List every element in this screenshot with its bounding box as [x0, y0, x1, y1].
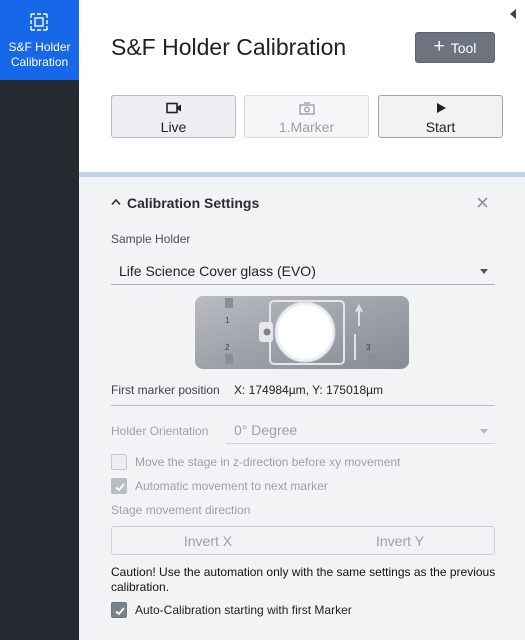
holder-orientation-select[interactable]: 0° Degree: [226, 416, 495, 444]
first-marker-label: First marker position: [111, 383, 220, 397]
first-marker-button-label: 1.Marker: [278, 119, 335, 135]
sidebar-item-sf-holder-calibration[interactable]: S&F Holder Calibration: [0, 0, 79, 80]
first-marker-value: X: 174984µm, Y: 175018µm: [234, 383, 384, 397]
plus-icon: +: [433, 36, 445, 57]
sidebar: S&F Holder Calibration: [0, 0, 79, 640]
sample-holder-image: 1 2 3: [195, 296, 409, 369]
first-marker-underline: [111, 405, 495, 406]
holder-marker-2: 2: [225, 343, 230, 352]
tool-button-label: Tool: [450, 39, 477, 56]
dropdown-arrow-icon: [480, 429, 488, 434]
auto-next-marker-checkbox[interactable]: [111, 478, 127, 494]
calibration-frame-icon: [30, 13, 48, 31]
z-move-checkbox-label: Move the stage in z-direction before xy …: [135, 455, 401, 469]
auto-calibration-label: Auto-Calibration starting with first Mar…: [135, 603, 352, 617]
live-button[interactable]: Live: [111, 95, 236, 138]
collapse-panel-icon[interactable]: [508, 8, 518, 20]
invert-x-button[interactable]: Invert X: [112, 533, 304, 549]
header-panel: [79, 0, 525, 172]
section-title[interactable]: Calibration Settings: [127, 195, 259, 211]
sample-holder-label: Sample Holder: [111, 232, 191, 246]
start-button-label: Start: [425, 119, 456, 135]
sample-holder-select[interactable]: Life Science Cover glass (EVO): [111, 257, 495, 285]
holder-marker-1: 1: [225, 316, 230, 325]
caution-text: Caution! Use the automation only with th…: [111, 565, 496, 594]
start-button[interactable]: Start: [378, 95, 503, 138]
holder-orientation-value: 0° Degree: [234, 422, 298, 438]
play-icon: [436, 103, 446, 113]
sample-holder-value: Life Science Cover glass (EVO): [119, 263, 316, 279]
live-button-label: Live: [160, 119, 187, 135]
checkmark-icon: [115, 483, 125, 492]
stage-direction-label: Stage movement direction: [111, 503, 251, 517]
holder-orientation-label: Holder Orientation: [111, 424, 209, 438]
auto-calibration-checkbox[interactable]: [111, 602, 127, 618]
chevron-up-icon[interactable]: [111, 198, 121, 206]
camera-icon: [165, 102, 181, 114]
auto-next-marker-label: Automatic movement to next marker: [135, 479, 328, 493]
invert-button-group: Invert X Invert Y: [111, 526, 495, 555]
tool-button[interactable]: + Tool: [415, 32, 495, 63]
z-move-checkbox[interactable]: [111, 454, 127, 470]
holder-marker-3: 3: [366, 343, 371, 352]
dropdown-arrow-icon: [480, 269, 488, 274]
invert-y-button[interactable]: Invert Y: [304, 533, 496, 549]
first-marker-button[interactable]: 1.Marker: [244, 95, 369, 138]
sidebar-item-label: S&F Holder Calibration: [8, 40, 71, 69]
close-icon[interactable]: [476, 196, 489, 209]
marker-icon: [298, 102, 315, 115]
checkmark-icon: [115, 607, 125, 616]
page-title: S&F Holder Calibration: [111, 34, 347, 60]
header-divider: [79, 172, 525, 177]
